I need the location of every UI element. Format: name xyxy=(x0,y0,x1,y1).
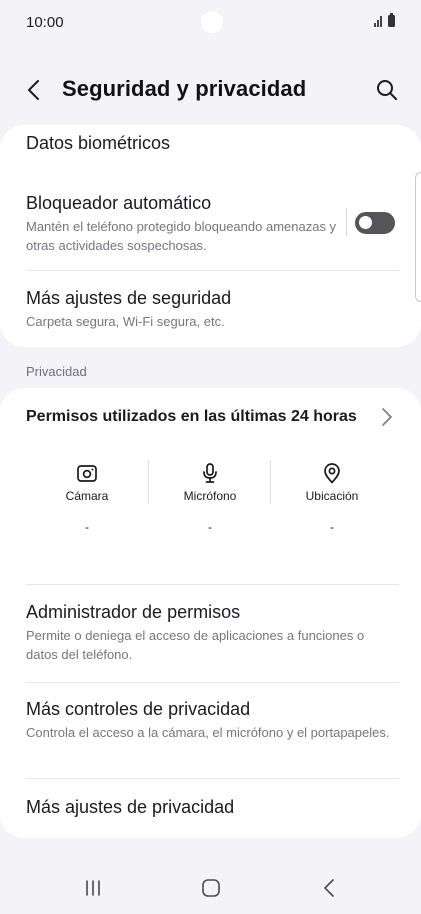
permission-camera[interactable]: Cámara - xyxy=(26,462,148,534)
biometrics-title: Datos biométricos xyxy=(26,133,171,153)
more-security-item[interactable]: Más ajustes de seguridad Carpeta segura,… xyxy=(26,288,395,331)
more-privacy-settings-item[interactable]: Más ajustes de privacidad xyxy=(26,797,395,818)
location-icon xyxy=(324,463,340,484)
auto-blocker-item[interactable]: Bloqueador automático Mantén el teléfono… xyxy=(26,193,337,255)
privacy-section-label: Privacidad xyxy=(26,364,87,379)
permission-manager-title: Administrador de permisos xyxy=(26,602,241,622)
back-arrow-icon[interactable] xyxy=(20,76,48,104)
permission-value: - xyxy=(208,520,212,534)
more-security-title: Más ajustes de seguridad xyxy=(26,288,232,308)
page-title: Seguridad y privacidad xyxy=(62,76,307,101)
divider xyxy=(26,270,399,271)
toggle-knob xyxy=(359,216,372,229)
scroll-indicator[interactable] xyxy=(415,172,421,302)
more-privacy-controls-item[interactable]: Más controles de privacidad Controla el … xyxy=(26,699,395,742)
search-icon[interactable] xyxy=(373,76,401,104)
permission-label: Micrófono xyxy=(183,489,237,503)
auto-blocker-subtitle: Mantén el teléfono protegido bloqueando … xyxy=(26,219,337,253)
more-privacy-settings-title: Más ajustes de privacidad xyxy=(26,797,235,817)
recents-icon[interactable] xyxy=(84,880,102,896)
permission-value: - xyxy=(330,520,334,534)
permissions-header[interactable]: Permisos utilizados en las últimas 24 ho… xyxy=(26,408,357,426)
status-time: 10:00 xyxy=(26,14,64,31)
permission-value: - xyxy=(85,520,89,534)
permission-microphone[interactable]: Micrófono - xyxy=(149,462,271,534)
home-icon[interactable] xyxy=(201,878,221,898)
back-icon[interactable] xyxy=(322,878,336,898)
chevron-right-icon[interactable] xyxy=(379,405,395,429)
battery-icon xyxy=(388,13,395,27)
permission-manager-subtitle: Permite o deniega el acceso de aplicacio… xyxy=(26,628,365,662)
status-icons xyxy=(374,13,395,27)
permission-label: Ubicación xyxy=(305,489,359,503)
microphone-icon xyxy=(203,463,217,483)
auto-blocker-title: Bloqueador automático xyxy=(26,193,212,213)
status-bar: 10:00 xyxy=(0,0,421,46)
divider xyxy=(26,682,399,683)
signal-icon xyxy=(374,16,382,27)
biometrics-item[interactable]: Datos biométricos xyxy=(26,133,395,154)
permission-location[interactable]: Ubicación - xyxy=(271,462,393,534)
auto-blocker-toggle[interactable] xyxy=(355,212,395,234)
more-security-subtitle: Carpeta segura, Wi-Fi segura, etc. xyxy=(26,314,225,329)
divider xyxy=(26,778,399,779)
navigation-bar xyxy=(0,860,421,914)
permission-label: Cámara xyxy=(65,489,109,503)
camera-cutout xyxy=(201,11,223,33)
app-header: Seguridad y privacidad xyxy=(0,64,421,116)
screen: 10:00 Seguridad y privacidad Datos biomé… xyxy=(0,0,421,914)
more-privacy-controls-subtitle: Controla el acceso a la cámara, el micró… xyxy=(26,725,390,740)
permission-manager-item[interactable]: Administrador de permisos Permite o deni… xyxy=(26,602,395,664)
toggle-separator xyxy=(346,209,347,236)
divider xyxy=(26,584,399,585)
camera-icon xyxy=(77,465,97,482)
more-privacy-controls-title: Más controles de privacidad xyxy=(26,699,251,719)
